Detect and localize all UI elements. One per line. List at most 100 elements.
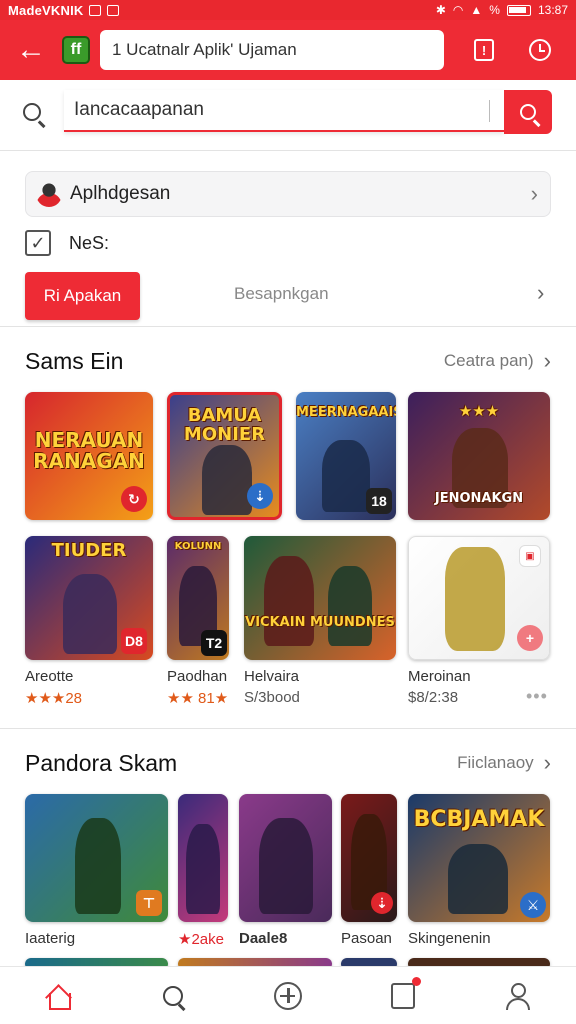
game-tile[interactable]: MEERNAGAAIS 18 [296, 392, 396, 520]
flag-icon: ▣ [519, 545, 541, 567]
status-bar: MadeVKNIK ✱ ◠ ▲ % 13:87 [0, 0, 576, 20]
search-icon [520, 104, 536, 120]
text-caret [489, 100, 490, 122]
share-icon: ↻ [121, 486, 147, 512]
age-rating-badge: T2 [201, 630, 227, 656]
mail-icon [107, 4, 120, 16]
game-name: Helvaira [244, 668, 300, 685]
game-tile-logo: ★★★ [458, 402, 500, 420]
section-more-link[interactable]: Ceatra pan) › [444, 348, 551, 374]
divider [0, 728, 576, 729]
report-button[interactable]: ! [456, 20, 512, 80]
game-tile[interactable]: ★★★ JENONAKGN [408, 392, 550, 520]
game-name: Pasoan [341, 930, 392, 947]
game-name: Skingenenin [408, 930, 491, 947]
section-header: Pandora Skam Fiiclanaoy › [25, 747, 551, 779]
home-icon [45, 983, 71, 1010]
more-options-icon[interactable]: ••• [526, 686, 548, 707]
status-time: 13:87 [537, 3, 568, 17]
chevron-right-icon: › [530, 181, 538, 206]
game-tile[interactable]: NERAUAN RANAGAN ↻ [25, 392, 153, 520]
add-icon: + [517, 625, 543, 651]
game-tile[interactable]: ⊤ [25, 794, 168, 922]
game-name: Areotte [25, 668, 74, 685]
divider [0, 326, 576, 327]
section-header: Sams Ein Ceatra pan) › [25, 345, 551, 377]
game-tile[interactable]: TIUDER D8 [25, 536, 153, 660]
game-tile-title: BCBJAMAK [413, 807, 545, 832]
game-tile[interactable] [239, 794, 332, 922]
game-tile[interactable]: ▣ + [408, 536, 550, 660]
game-price: $8/2:38 [408, 689, 459, 706]
game-name: Daale8 [239, 930, 288, 947]
chevron-right-icon: › [543, 750, 551, 775]
game-tile[interactable]: BCBJAMAK ⚔ [408, 794, 550, 922]
search-icon [162, 985, 183, 1006]
section-more-label: Ceatra pan) [443, 351, 534, 370]
game-tile-title: TIUDER [51, 540, 127, 561]
status-carrier: MadeVKNIK [8, 2, 84, 18]
checkbox-label: NeS: [69, 232, 110, 253]
user-icon [504, 982, 532, 1010]
wifi-icon: ◠ [452, 3, 464, 17]
game-rating: ★★ 81★ [167, 690, 229, 707]
add-circle-icon [274, 981, 302, 1010]
app-bar: ← ff 1 Ucatnalr Aplik' Ujaman ! [0, 20, 576, 80]
game-tile[interactable]: KOLUNN T2 [167, 536, 229, 660]
app-logo: ff [62, 36, 90, 64]
search-icon-wrap [0, 103, 64, 121]
download-icon: ⇣ [371, 892, 393, 914]
game-name: Meroinan [408, 668, 471, 685]
divider [0, 150, 576, 151]
game-tile[interactable]: VICKAIN MUUNDNES [244, 536, 396, 660]
game-tile-title: KOLUNN [174, 541, 222, 552]
history-button[interactable] [512, 20, 568, 80]
game-tile[interactable]: BAMUA MONIER ⇣ [167, 392, 282, 520]
game-tile-title: BAMUA MONIER [183, 405, 266, 445]
chevron-right-icon[interactable]: › [537, 280, 544, 306]
section-more-link[interactable]: Fiiclanaoy › [457, 750, 551, 776]
game-name: Iaaterig [25, 930, 76, 947]
download-icon: ⇣ [247, 483, 273, 509]
tab-inactive[interactable]: Besapnkgan [234, 284, 329, 304]
game-rating: ★★★28 [25, 690, 83, 707]
notification-icon [89, 4, 102, 16]
account-row[interactable]: Aplhdgesan › [25, 171, 551, 217]
game-tile[interactable]: ⇣ [341, 794, 397, 922]
search-input-value: Iancacaapanan [74, 99, 204, 120]
nav-notifications[interactable] [346, 967, 461, 1024]
battery-percent: % [489, 3, 500, 17]
badge-icon: ⊤ [136, 890, 162, 916]
game-tile[interactable] [178, 794, 228, 922]
age-rating-badge: 18 [366, 488, 392, 514]
alert-icon: ! [474, 39, 494, 61]
search-button[interactable] [504, 90, 552, 134]
checkbox-row[interactable]: ✓ NeS: [25, 229, 109, 257]
account-label: Aplhdgesan [70, 183, 171, 204]
sword-icon: ⚔ [520, 892, 546, 918]
battery-icon [506, 4, 531, 16]
section-more-label: Fiiclanaoy [457, 753, 534, 772]
search-input[interactable]: Iancacaapanan [64, 90, 504, 132]
arrow-left-icon: ← [16, 33, 46, 66]
address-bar[interactable]: 1 Ucatnalr Aplik' Ujaman [100, 30, 444, 70]
tab-active[interactable]: Ri Apakan [25, 272, 140, 320]
game-tile-title: JENONAKGN [434, 491, 524, 506]
nav-search[interactable] [115, 967, 230, 1024]
nav-add[interactable] [230, 967, 345, 1024]
bottom-nav [0, 966, 576, 1024]
game-tile-title: MEERNAGAAIS [296, 405, 396, 420]
nav-profile[interactable] [461, 967, 576, 1024]
back-button[interactable]: ← [0, 20, 62, 80]
avatar [36, 181, 62, 207]
game-tile-title: NERAUAN RANAGAN [33, 428, 145, 473]
age-rating-badge: D8 [121, 628, 147, 654]
chevron-right-icon: › [543, 348, 551, 373]
section-title: Sams Ein [25, 347, 124, 374]
search-icon [23, 103, 41, 121]
section-title: Pandora Skam [25, 749, 178, 776]
nav-home[interactable] [0, 967, 115, 1024]
game-tile-title: VICKAIN MUUNDNES [245, 615, 395, 630]
tab-bar: Ri Apakan Besapnkgan › [0, 272, 576, 320]
checkbox[interactable]: ✓ [25, 230, 51, 256]
